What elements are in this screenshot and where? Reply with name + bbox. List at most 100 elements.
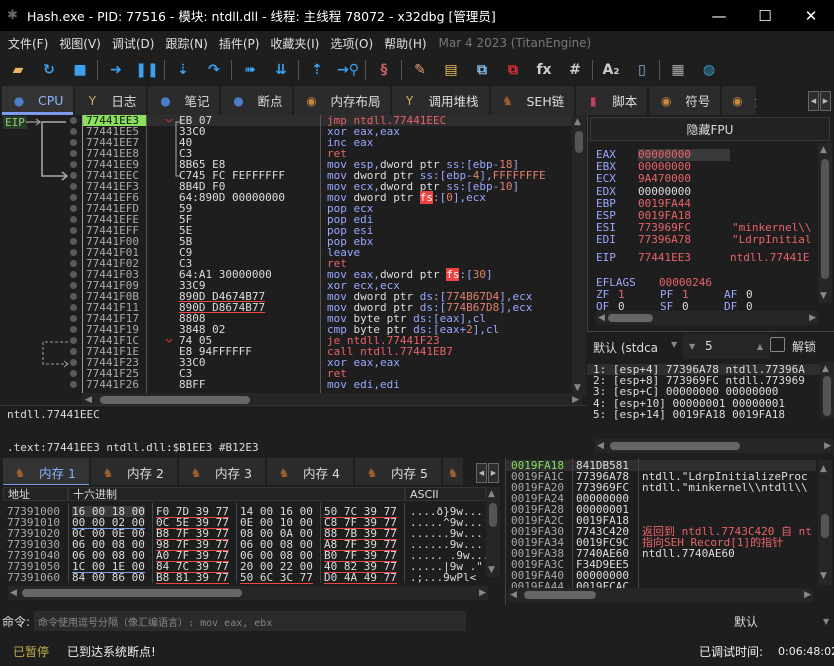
scroll-thumb[interactable] bbox=[823, 376, 831, 416]
restart-button[interactable]: ↻ bbox=[37, 59, 61, 81]
device-button[interactable]: ▯ bbox=[630, 59, 654, 81]
tab-symbols[interactable]: ◉ 符号 bbox=[649, 86, 721, 115]
scroll-thumb[interactable] bbox=[608, 314, 653, 322]
menu-trace[interactable]: 跟踪(N) bbox=[160, 35, 212, 52]
menu-favourites[interactable]: 收藏夹(I) bbox=[265, 35, 324, 52]
command-mode-select[interactable]: 默认 bbox=[734, 613, 758, 630]
scroll-thumb[interactable] bbox=[22, 589, 242, 597]
registers-vertical-scrollbar[interactable]: ▲ ▼ bbox=[818, 143, 832, 303]
register-value[interactable]: 00000000 bbox=[638, 149, 730, 161]
scroll-thumb[interactable] bbox=[575, 131, 583, 153]
tab-dump-1[interactable]: ♞ 内存 1 bbox=[3, 458, 89, 487]
scroll-thumb[interactable] bbox=[489, 503, 497, 527]
scroll-thumb[interactable] bbox=[610, 442, 740, 450]
breakpoint-toggle[interactable] bbox=[70, 161, 77, 168]
register-value[interactable]: 77396A78 bbox=[638, 234, 730, 246]
breakpoint-toggle[interactable] bbox=[70, 227, 77, 234]
dump-hex-group[interactable]: 84 00 86 00 bbox=[72, 572, 145, 583]
breakpoint-toggle[interactable] bbox=[70, 359, 77, 366]
scroll-thumb[interactable] bbox=[100, 396, 250, 404]
tab-scroll-right-button[interactable]: ▶ bbox=[820, 90, 831, 111]
increment-arrow-icon[interactable]: ▲ bbox=[757, 342, 763, 351]
register-value[interactable]: 77441EE3 bbox=[638, 252, 730, 264]
scroll-left-arrow-icon[interactable]: ◀ bbox=[597, 439, 604, 453]
dump-hex-group[interactable]: B8 81 39 77 bbox=[156, 572, 229, 584]
dump-hex-group[interactable]: 50 6C 3C 77 bbox=[240, 572, 313, 584]
breakpoint-toggle[interactable] bbox=[70, 271, 77, 278]
register-value[interactable]: 0019FA44 bbox=[638, 197, 730, 210]
tab-dump-3[interactable]: ♞ 内存 3 bbox=[179, 458, 265, 487]
register-value[interactable]: 9A470000 bbox=[638, 173, 730, 185]
scroll-up-arrow-icon[interactable]: ▲ bbox=[574, 117, 581, 127]
instruction-text[interactable]: xor eax,eax bbox=[321, 357, 572, 368]
script-button[interactable]: § bbox=[372, 59, 396, 81]
instruction-text[interactable]: leave bbox=[321, 247, 572, 258]
menu-options[interactable]: 选项(O) bbox=[325, 35, 378, 52]
breakpoint-toggle[interactable] bbox=[70, 304, 77, 311]
trace-over-button[interactable]: ⇊ bbox=[269, 59, 293, 81]
tab-log[interactable]: Y 日志 bbox=[75, 86, 147, 115]
column-address[interactable]: 地址 bbox=[3, 487, 68, 501]
menu-file[interactable]: 文件(F) bbox=[3, 35, 53, 52]
scroll-down-arrow-icon[interactable]: ▼ bbox=[574, 383, 581, 393]
register-value[interactable]: 0019FA18 bbox=[638, 210, 730, 222]
scroll-right-arrow-icon[interactable]: ▶ bbox=[804, 588, 811, 602]
breakpoint-toggle[interactable] bbox=[70, 370, 77, 377]
stack-vertical-scrollbar[interactable]: ▲ ▼ bbox=[818, 460, 832, 585]
scroll-thumb[interactable] bbox=[524, 591, 596, 599]
pause-button[interactable]: ❚❚ bbox=[135, 59, 159, 81]
breakpoint-toggle[interactable] bbox=[70, 381, 77, 388]
register-eax[interactable]: EAX 00000000 bbox=[596, 149, 732, 161]
breakpoint-toggle[interactable] bbox=[70, 117, 77, 124]
unlock-checkbox[interactable] bbox=[770, 337, 785, 352]
instruction-text[interactable]: inc eax bbox=[321, 137, 572, 148]
disasm-vertical-scrollbar[interactable]: ▲ ▼ bbox=[572, 115, 586, 395]
labels-button[interactable]: ⧉ bbox=[470, 59, 494, 81]
arguments-vertical-scrollbar[interactable]: ▲ bbox=[820, 362, 834, 418]
arg-count-spinbox[interactable]: ▼ 5 ▲ bbox=[683, 334, 769, 359]
hash-button[interactable]: # bbox=[563, 59, 587, 81]
scroll-right-arrow-icon[interactable]: ▶ bbox=[809, 311, 816, 325]
tab-breakpoints[interactable]: ● 断点 bbox=[221, 86, 293, 115]
breakpoint-toggle[interactable] bbox=[70, 282, 77, 289]
scroll-thumb[interactable] bbox=[821, 514, 829, 538]
breakpoint-toggle[interactable] bbox=[70, 293, 77, 300]
tab-dump-more[interactable]: ♞ bbox=[443, 458, 463, 487]
stack-horizontal-scrollbar[interactable]: ◀ ▶ bbox=[508, 588, 813, 602]
instruction-address[interactable]: 77441F26 bbox=[83, 379, 146, 390]
bookmarks-button[interactable]: ⧉ bbox=[501, 59, 525, 81]
strings-button[interactable]: A₂ bbox=[599, 59, 623, 81]
tab-cpu[interactable]: ● CPU bbox=[2, 86, 74, 115]
scroll-down-arrow-icon[interactable]: ▼ bbox=[820, 571, 827, 581]
dump-ascii[interactable]: .;...9wPl< bbox=[410, 572, 476, 583]
stack-view[interactable]: 0019FA18 841DB581 0019FA1C 77396A78 ntdll."L… bbox=[505, 458, 834, 605]
scroll-left-arrow-icon[interactable]: ◀ bbox=[510, 588, 517, 602]
breakpoint-toggle[interactable] bbox=[70, 238, 77, 245]
tab-source[interactable]: ◉源 bbox=[722, 86, 757, 115]
scroll-up-arrow-icon[interactable]: ▲ bbox=[820, 145, 827, 155]
scroll-left-arrow-icon[interactable]: ◀ bbox=[10, 586, 17, 600]
menu-help[interactable]: 帮助(H) bbox=[379, 35, 431, 52]
registers-horizontal-scrollbar[interactable]: ◀ ▶ bbox=[596, 311, 818, 325]
tab-notes[interactable]: ● 笔记 bbox=[148, 86, 220, 115]
tab-seh[interactable]: ♞ SEH链 bbox=[490, 86, 575, 115]
breakpoint-toggle[interactable] bbox=[70, 183, 77, 190]
command-input[interactable]: 命令使用逗号分隔（像汇编语言）: mov eax, ebx bbox=[34, 611, 467, 631]
tab-dump-4[interactable]: ♞ 内存 4 bbox=[267, 458, 353, 487]
menu-debug[interactable]: 调试(D) bbox=[107, 35, 160, 52]
register-esp[interactable]: ESP 0019FA18 bbox=[596, 210, 732, 222]
minimize-button[interactable]: — bbox=[696, 0, 742, 31]
menu-view[interactable]: 视图(V) bbox=[54, 35, 106, 52]
execute-till-return-button[interactable]: ⇡ bbox=[305, 59, 329, 81]
hide-fpu-button[interactable]: 隐藏FPU bbox=[590, 117, 830, 141]
breakpoint-toggle[interactable] bbox=[70, 348, 77, 355]
register-eip[interactable]: EIP 77441EE3 ntdll.77441E bbox=[596, 252, 809, 264]
instruction-text[interactable]: mov edi,edi bbox=[321, 379, 572, 390]
breakpoint-toggle[interactable] bbox=[70, 150, 77, 157]
dump-hex-group[interactable]: D0 4A 49 77 bbox=[324, 572, 397, 584]
breakpoint-toggle[interactable] bbox=[70, 326, 77, 333]
tab-scroll-left-button[interactable]: ◀ bbox=[476, 462, 487, 483]
scroll-right-arrow-icon[interactable]: ▶ bbox=[824, 439, 831, 453]
register-value[interactable]: 00000000 bbox=[638, 161, 730, 173]
comments-button[interactable]: ▤ bbox=[439, 59, 463, 81]
